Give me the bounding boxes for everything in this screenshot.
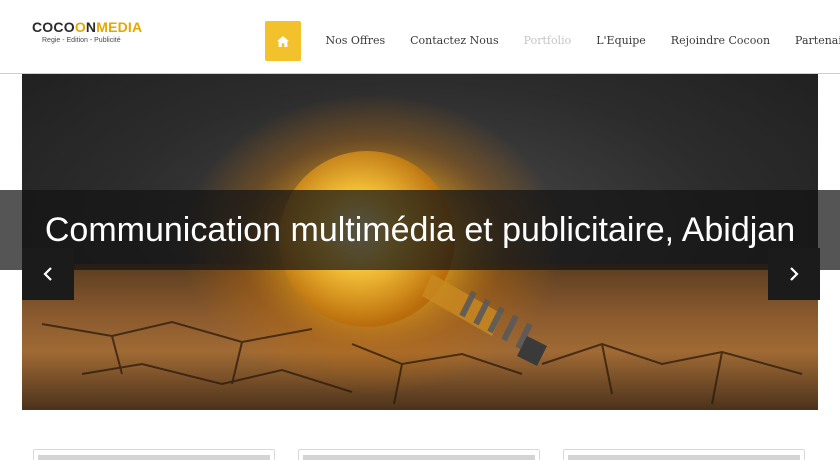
nav-item-rejoindre-cocoon[interactable]: Rejoindre Cocoon [658,21,782,61]
content-card[interactable] [33,449,275,460]
chevron-right-icon [790,267,799,281]
home-icon [277,35,289,47]
slider-prev-button[interactable] [22,248,74,300]
logo-wordmark: COCOONMEDIA [32,19,143,35]
hero-caption: Communication multimédia et publicitaire… [44,211,796,249]
home-button[interactable] [265,21,301,61]
card-image-placeholder [568,455,800,460]
nav-item-partenaires[interactable]: Partenaires [783,21,840,61]
nav-item-nos-offres[interactable]: Nos Offres [313,21,398,61]
content-card[interactable] [298,449,540,460]
logo-tagline: Regie - Edition - Publicité [42,37,121,44]
site-header: COCOONMEDIA Regie - Edition - Publicité … [0,0,840,74]
slider-next-button[interactable] [768,248,820,300]
nav-item-portfolio[interactable]: Portfolio [511,21,584,61]
main-nav: Nos Offres Contactez Nous Portfolio L'Eq… [265,21,840,61]
content-card[interactable] [563,449,805,460]
logo[interactable]: COCOONMEDIA Regie - Edition - Publicité [32,18,150,48]
card-image-placeholder [38,455,270,460]
nav-item-contactez-nous[interactable]: Contactez Nous [398,21,511,61]
card-image-placeholder [303,455,535,460]
chevron-left-icon [43,267,52,281]
nav-item-equipe[interactable]: L'Equipe [584,21,659,61]
